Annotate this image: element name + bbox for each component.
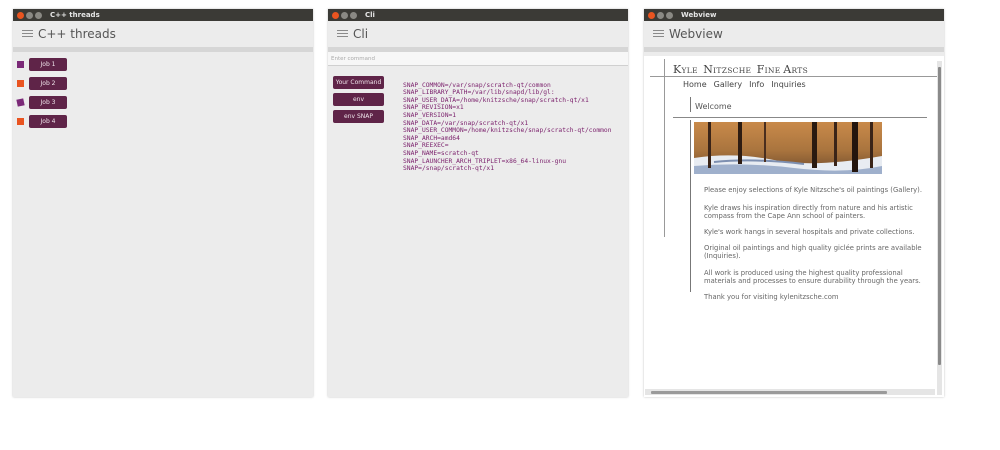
window-title: Cli <box>365 11 375 19</box>
paragraph: Please enjoy selections of Kyle Nitzsche… <box>704 186 922 194</box>
page-title: C++ threads <box>38 27 116 41</box>
divider <box>644 47 944 52</box>
output-line: SNAP_DATA=/var/snap/scratch-qt/x1 <box>403 119 529 127</box>
app-header: C++ threads <box>13 21 313 47</box>
output-line: SNAP_LAUNCHER_ARCH_TRIPLET=x86_64-linux-… <box>403 157 567 165</box>
app-header: Webview <box>644 21 944 47</box>
output-line: SNAP_REEXEC= <box>403 142 449 150</box>
section-divider <box>673 117 927 118</box>
job-1-button[interactable]: Job 1 <box>29 58 67 71</box>
job-status-indicator <box>17 118 24 125</box>
threads-window: C++ threads C++ threads Job 1 Job 2 Job … <box>13 9 313 397</box>
nav-link-home[interactable]: Home <box>683 80 707 89</box>
hamburger-menu-icon[interactable] <box>337 21 348 48</box>
title-bar: Cli <box>328 9 628 21</box>
vertical-divider <box>690 97 691 112</box>
paragraph: All work is produced using the highest q… <box>704 269 921 285</box>
maximize-icon[interactable] <box>666 11 673 19</box>
command-input[interactable]: Enter command <box>328 52 628 66</box>
page-title: Webview <box>669 27 723 41</box>
output-line: SNAP=/snap/scratch-qt/x1 <box>403 165 494 173</box>
site-logo[interactable]: KYLE NITZSCHE FINE ARTS <box>673 63 808 76</box>
maximize-icon[interactable] <box>35 11 42 19</box>
nav-link-info[interactable]: Info <box>749 80 764 89</box>
command-output: SNAP_COMMON=/var/snap/scratch-qt/common S… <box>403 74 612 173</box>
job-row: Job 1 <box>17 55 313 74</box>
paragraph: Thank you for visiting kylenitzsche.com <box>704 293 839 301</box>
output-line: SNAP_REVISION=x1 <box>403 104 464 112</box>
scrollbar-thumb[interactable] <box>938 67 941 365</box>
painting-image <box>694 122 882 174</box>
env-button[interactable]: env <box>333 93 384 106</box>
output-line: SNAP_USER_COMMON=/home/knitzsche/snap/sc… <box>403 127 612 135</box>
job-status-indicator <box>16 98 25 107</box>
vertical-scrollbar[interactable] <box>937 61 942 395</box>
close-icon[interactable] <box>17 11 24 19</box>
paragraph: Original oil paintings and high quality … <box>704 244 922 260</box>
nav-divider <box>650 76 938 77</box>
hamburger-menu-icon[interactable] <box>653 21 664 48</box>
title-bar: C++ threads <box>13 9 313 21</box>
page-title: Cli <box>353 27 369 41</box>
horizontal-scrollbar[interactable] <box>645 389 935 395</box>
output-line: SNAP_ARCH=amd64 <box>403 134 460 142</box>
maximize-icon[interactable] <box>350 11 357 19</box>
section-heading: Welcome <box>695 102 732 111</box>
output-line: SNAP_VERSION=1 <box>403 111 457 119</box>
job-row: Job 2 <box>17 74 313 93</box>
output-line: SNAP_USER_DATA=/home/knitzsche/snap/scra… <box>403 96 589 104</box>
hamburger-menu-icon[interactable] <box>22 21 33 48</box>
nav-link-gallery[interactable]: Gallery <box>714 80 743 89</box>
minimize-icon[interactable] <box>26 11 33 19</box>
scrollbar-thumb[interactable] <box>651 391 887 394</box>
output-line: SNAP_NAME=scratch-qt <box>403 149 479 157</box>
vertical-divider <box>690 120 691 292</box>
job-status-indicator <box>17 80 24 87</box>
job-4-button[interactable]: Job 4 <box>29 115 67 128</box>
site-nav: Home Gallery Info Inquiries <box>683 80 806 89</box>
job-3-button[interactable]: Job 3 <box>29 96 67 109</box>
app-header: Cli <box>328 21 628 47</box>
paragraph: Kyle's work hangs in several hospitals a… <box>704 228 915 236</box>
webview-window: Webview Webview KYLE NITZSCHE FINE ARTS … <box>644 9 944 397</box>
paragraph: Kyle draws his inspiration directly from… <box>704 204 913 220</box>
your-command-button[interactable]: Your Command <box>333 76 384 89</box>
minimize-icon[interactable] <box>341 11 348 19</box>
vertical-divider <box>664 59 665 237</box>
title-bar: Webview <box>644 9 944 21</box>
env-snap-button[interactable]: env SNAP <box>333 110 384 123</box>
window-title: Webview <box>681 11 717 19</box>
job-status-indicator <box>17 61 24 68</box>
cli-window: Cli Cli Enter command Your Command env e… <box>328 9 628 397</box>
window-title: C++ threads <box>50 11 100 19</box>
job-row: Job 3 <box>16 93 313 112</box>
close-icon[interactable] <box>332 11 339 19</box>
minimize-icon[interactable] <box>657 11 664 19</box>
output-line: SNAP_LIBRARY_PATH=/var/lib/snapd/lib/gl: <box>403 89 555 97</box>
web-content: KYLE NITZSCHE FINE ARTS Home Gallery Inf… <box>644 56 944 397</box>
job-list: Job 1 Job 2 Job 3 Job 4 <box>13 52 313 131</box>
close-icon[interactable] <box>648 11 655 19</box>
nav-link-inquiries[interactable]: Inquiries <box>771 80 805 89</box>
job-2-button[interactable]: Job 2 <box>29 77 67 90</box>
output-line: SNAP_COMMON=/var/snap/scratch-qt/common <box>403 81 551 89</box>
job-row: Job 4 <box>17 112 313 131</box>
